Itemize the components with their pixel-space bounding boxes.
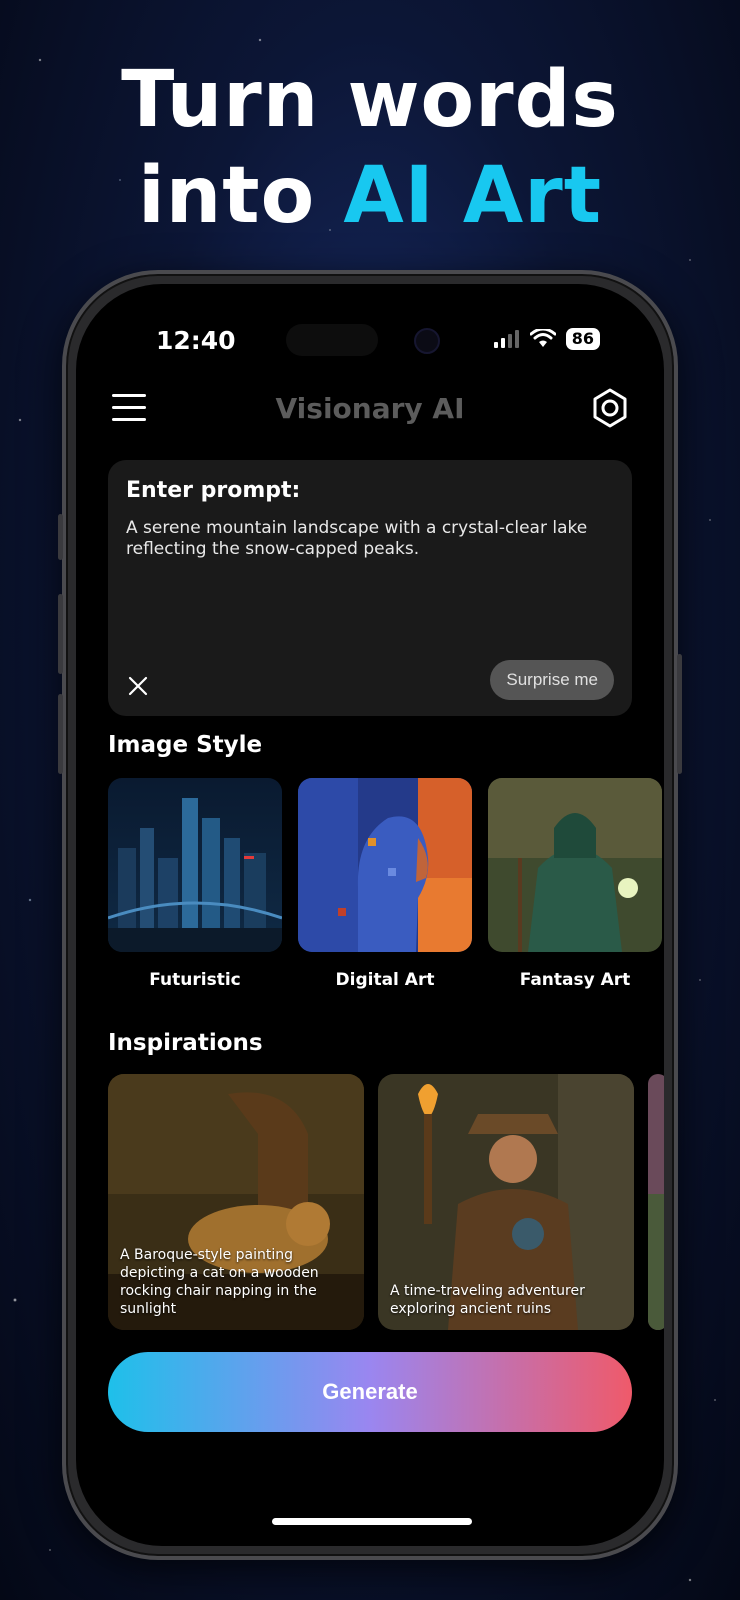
hero-line-2: into AI Art — [0, 148, 740, 244]
phone-mockup: 12:40 86 Visionary AI Enter prompt: A se… — [58, 270, 682, 1560]
status-bar: 12:40 86 — [76, 320, 664, 360]
image-style-title: Image Style — [108, 732, 263, 758]
close-icon[interactable] — [126, 674, 150, 698]
battery-icon: 86 — [565, 328, 600, 350]
inspiration-card-partial[interactable] — [648, 1074, 664, 1330]
hero-line-2-accent: AI Art — [343, 151, 602, 241]
phone-silent-switch — [58, 514, 63, 560]
inspiration-card-baroque-cat[interactable]: A Baroque-style painting depicting a cat… — [108, 1074, 364, 1330]
dynamic-island — [286, 324, 378, 356]
style-label-futuristic: Futuristic — [149, 970, 241, 990]
phone-volume-down — [58, 694, 63, 774]
status-time: 12:40 — [156, 326, 236, 355]
generate-button[interactable]: Generate — [108, 1352, 632, 1432]
futuristic-image — [108, 778, 282, 952]
style-label-digital-art: Digital Art — [335, 970, 435, 990]
prompt-card: Enter prompt: A serene mountain landscap… — [108, 460, 632, 716]
hero-headline: Turn words into AI Art — [0, 52, 740, 244]
style-card-fantasy-art[interactable]: Fantasy Art — [488, 778, 662, 990]
style-card-digital-art[interactable]: Digital Art — [298, 778, 472, 990]
front-camera — [414, 328, 440, 354]
inspiration-card-time-traveler[interactable]: A time-traveling adventurer exploring an… — [378, 1074, 634, 1330]
hexagon-settings-icon[interactable] — [592, 388, 628, 428]
app-header: Visionary AI — [76, 382, 664, 438]
app-title: Visionary AI — [275, 392, 465, 425]
inspiration-caption-baroque-cat: A Baroque-style painting depicting a cat… — [120, 1247, 319, 1317]
fantasy-art-image — [488, 778, 662, 952]
phone-volume-up — [58, 594, 63, 674]
cellular-signal-icon — [493, 330, 519, 348]
prompt-input[interactable]: A serene mountain landscape with a cryst… — [126, 518, 596, 560]
style-card-futuristic[interactable]: Futuristic — [108, 778, 282, 990]
partial-inspiration-image — [648, 1074, 664, 1330]
home-indicator[interactable] — [272, 1518, 472, 1525]
hero-line-1: Turn words — [121, 55, 619, 145]
inspiration-caption-time-traveler: A time-traveling adventurer exploring an… — [390, 1283, 585, 1317]
phone-power-button — [677, 654, 682, 774]
style-label-fantasy-art: Fantasy Art — [519, 970, 631, 990]
status-icons: 86 — [493, 328, 600, 350]
digital-art-image — [298, 778, 472, 952]
inspirations-title: Inspirations — [108, 1030, 263, 1056]
image-style-carousel[interactable]: Futuristic Digital Art Fantasy Art — [108, 778, 664, 998]
prompt-label: Enter prompt: — [126, 478, 301, 503]
app-screen: 12:40 86 Visionary AI Enter prompt: A se… — [76, 284, 664, 1546]
inspirations-carousel[interactable]: A Baroque-style painting depicting a cat… — [108, 1074, 664, 1330]
surprise-me-button[interactable]: Surprise me — [490, 660, 614, 700]
hero-line-2-prefix: into — [138, 151, 316, 241]
wifi-icon — [529, 329, 556, 347]
